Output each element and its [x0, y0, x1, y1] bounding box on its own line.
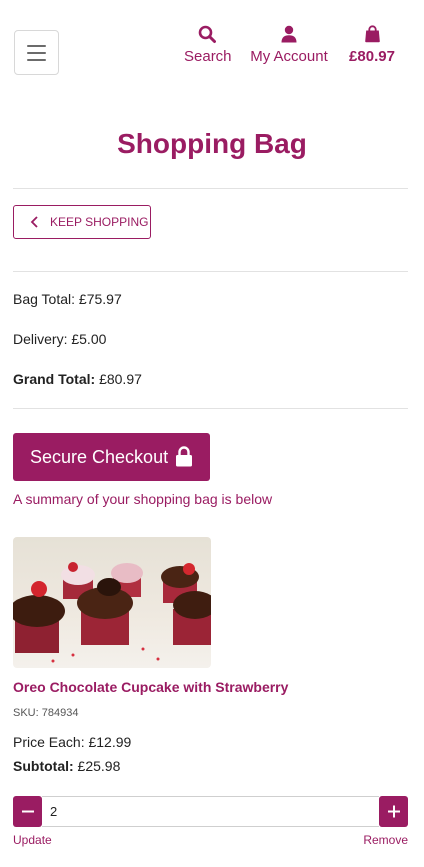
- delivery-row: Delivery: £5.00: [13, 331, 106, 347]
- minus-icon: [21, 810, 34, 813]
- secure-checkout-button[interactable]: Secure Checkout: [13, 433, 210, 481]
- delivery-value: £5.00: [71, 331, 107, 347]
- price-each-label: Price Each:: [13, 734, 85, 750]
- grand-total-label: Grand Total:: [13, 371, 96, 387]
- search-icon: [198, 25, 216, 43]
- grand-total-row: Grand Total: £80.97: [13, 371, 142, 387]
- product-photo: [13, 537, 211, 668]
- bag-total-row: Bag Total: £75.97: [13, 291, 122, 307]
- search-link[interactable]: Search: [184, 24, 232, 65]
- lock-icon: [176, 446, 192, 467]
- hamburger-menu-icon-bar: [27, 52, 46, 54]
- divider: [13, 271, 408, 272]
- update-link[interactable]: Update: [13, 833, 52, 847]
- quantity-input[interactable]: [42, 796, 379, 827]
- remove-link[interactable]: Remove: [363, 833, 408, 847]
- product-image[interactable]: [13, 537, 211, 668]
- decrease-quantity-button[interactable]: [13, 796, 42, 827]
- menu-button[interactable]: [14, 30, 59, 75]
- site-header: Search My Account £80.97: [0, 0, 424, 100]
- subtotal-value: £25.98: [77, 758, 121, 774]
- delivery-label: Delivery:: [13, 331, 68, 347]
- divider: [13, 408, 408, 409]
- page: Search My Account £80.97 Shopping Bag KE…: [0, 0, 424, 867]
- search-label: Search: [184, 48, 232, 65]
- hamburger-menu-icon: [27, 45, 46, 47]
- hamburger-menu-icon-bar: [27, 59, 46, 61]
- price-each-row: Price Each: £12.99: [13, 734, 131, 750]
- shopping-bag-link[interactable]: £80.97: [347, 24, 397, 65]
- secure-checkout-label: Secure Checkout: [30, 446, 169, 467]
- grand-total-value: £80.97: [99, 371, 142, 387]
- keep-shopping-button[interactable]: KEEP SHOPPING: [13, 205, 151, 239]
- product-sku: SKU: 784934: [13, 707, 79, 719]
- my-account-link[interactable]: My Account: [250, 24, 328, 65]
- bag-total-value: £75.97: [78, 291, 122, 307]
- subtotal-row: Subtotal: £25.98: [13, 758, 120, 774]
- my-account-label: My Account: [250, 48, 328, 65]
- bag-total-label: £80.97: [349, 48, 395, 65]
- price-each-value: £12.99: [88, 734, 132, 750]
- user-icon: [281, 25, 297, 43]
- divider: [13, 188, 408, 189]
- keep-shopping-label: KEEP SHOPPING: [50, 215, 149, 229]
- shopping-bag-icon: [364, 25, 380, 43]
- increase-quantity-button[interactable]: [379, 796, 408, 827]
- subtotal-label: Subtotal:: [13, 758, 74, 774]
- plus-icon: [387, 805, 400, 818]
- bag-total-label: Bag Total:: [13, 291, 76, 307]
- product-name-link[interactable]: Oreo Chocolate Cupcake with Strawberry: [13, 679, 288, 695]
- quantity-stepper: [13, 796, 408, 827]
- chevron-left-icon: [30, 216, 38, 228]
- bag-summary-note: A summary of your shopping bag is below: [13, 491, 273, 507]
- page-title: Shopping Bag: [117, 128, 307, 159]
